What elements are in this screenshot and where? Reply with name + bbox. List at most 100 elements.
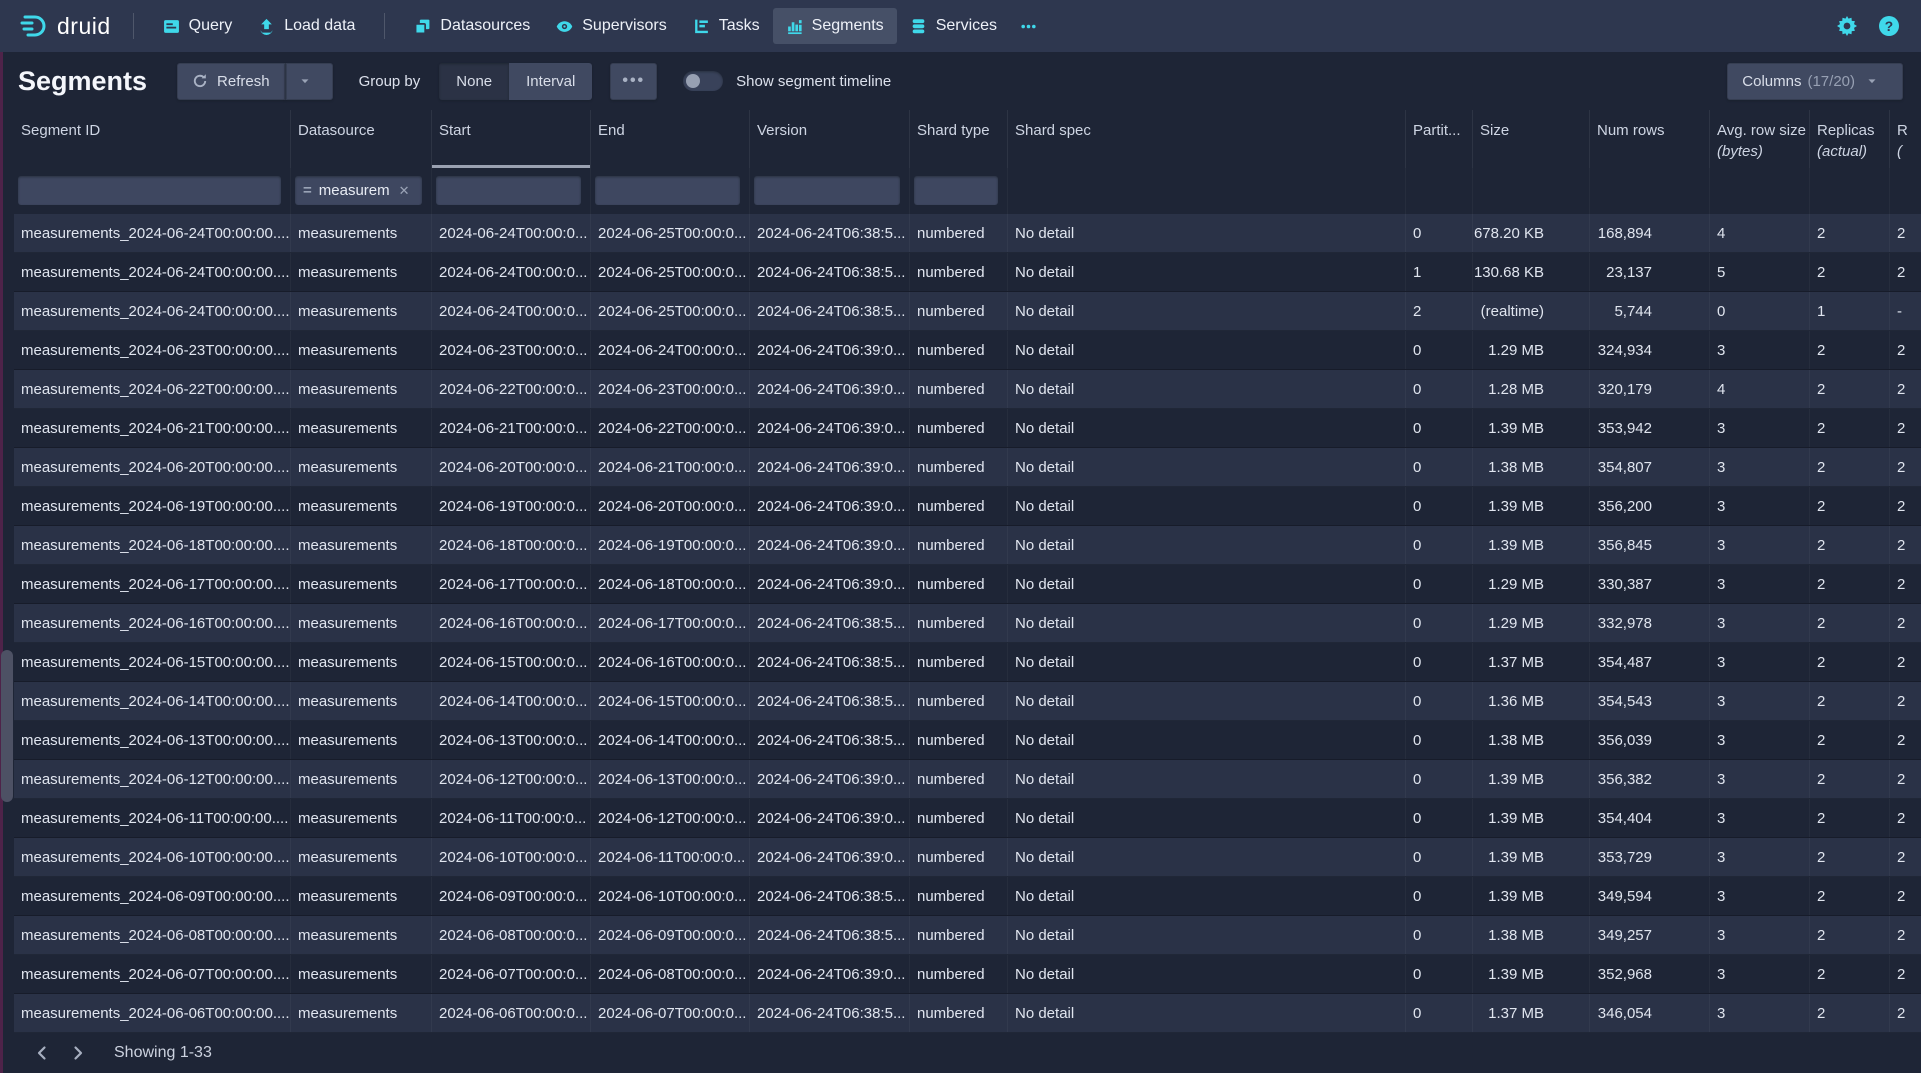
nav-more-button[interactable] [1010,9,1047,44]
cell-avg_row_size[interactable]: 4 [1710,370,1810,408]
cell-end[interactable]: 2024-06-07T00:00:0... [591,994,750,1032]
cell-start[interactable]: 2024-06-22T00:00:0... [432,370,591,408]
column-header-version[interactable]: Version [750,110,910,168]
cell-replication_factor[interactable]: 2 [1890,214,1918,252]
cell-shard_spec[interactable]: No detail [1008,838,1406,876]
cell-segment_id[interactable]: measurements_2024-06-10T00:00:00.... [14,838,291,876]
cell-replicas[interactable]: 2 [1810,253,1890,291]
cell-replication_factor[interactable]: 2 [1890,565,1918,603]
cell-datasource[interactable]: measurements [291,838,432,876]
cell-partition[interactable]: 0 [1406,643,1473,681]
filter-input-version[interactable] [754,176,900,205]
cell-start[interactable]: 2024-06-17T00:00:0... [432,565,591,603]
cell-start[interactable]: 2024-06-15T00:00:0... [432,643,591,681]
cell-partition[interactable]: 2 [1406,292,1473,330]
nav-item-datasources[interactable]: Datasources [401,8,543,44]
cell-num_rows[interactable]: 356,382 [1590,760,1710,798]
cell-datasource[interactable]: measurements [291,799,432,837]
cell-replicas[interactable]: 2 [1810,448,1890,486]
cell-start[interactable]: 2024-06-08T00:00:0... [432,916,591,954]
cell-shard_type[interactable]: numbered [910,331,1008,369]
cell-shard_type[interactable]: numbered [910,370,1008,408]
cell-replicas[interactable]: 2 [1810,409,1890,447]
cell-end[interactable]: 2024-06-25T00:00:0... [591,214,750,252]
cell-start[interactable]: 2024-06-09T00:00:0... [432,877,591,915]
cell-replication_factor[interactable]: 2 [1890,760,1918,798]
filter-input-segment_id[interactable] [18,176,281,205]
cell-partition[interactable]: 0 [1406,916,1473,954]
cell-size[interactable]: 1.38 MB [1473,721,1590,759]
cell-partition[interactable]: 0 [1406,214,1473,252]
cell-replication_factor[interactable]: 2 [1890,526,1918,564]
cell-replicas[interactable]: 2 [1810,331,1890,369]
cell-shard_spec[interactable]: No detail [1008,682,1406,720]
cell-end[interactable]: 2024-06-11T00:00:0... [591,838,750,876]
cell-avg_row_size[interactable]: 3 [1710,877,1810,915]
cell-partition[interactable]: 0 [1406,721,1473,759]
cell-num_rows[interactable]: 330,387 [1590,565,1710,603]
cell-shard_spec[interactable]: No detail [1008,877,1406,915]
column-header-replication_factor[interactable]: R( [1890,110,1918,168]
cell-shard_type[interactable]: numbered [910,448,1008,486]
cell-shard_type[interactable]: numbered [910,292,1008,330]
cell-shard_type[interactable]: numbered [910,916,1008,954]
cell-shard_spec[interactable]: No detail [1008,448,1406,486]
cell-num_rows[interactable]: 354,543 [1590,682,1710,720]
cell-segment_id[interactable]: measurements_2024-06-16T00:00:00.... [14,604,291,642]
cell-replication_factor[interactable]: 2 [1890,877,1918,915]
cell-shard_type[interactable]: numbered [910,799,1008,837]
cell-end[interactable]: 2024-06-20T00:00:0... [591,487,750,525]
cell-size[interactable]: 1.38 MB [1473,448,1590,486]
cell-version[interactable]: 2024-06-24T06:38:5... [750,253,910,291]
cell-partition[interactable]: 0 [1406,994,1473,1032]
cell-num_rows[interactable]: 320,179 [1590,370,1710,408]
cell-shard_spec[interactable]: No detail [1008,604,1406,642]
cell-start[interactable]: 2024-06-12T00:00:0... [432,760,591,798]
close-icon[interactable]: ✕ [399,183,410,199]
cell-start[interactable]: 2024-06-24T00:00:0... [432,292,591,330]
cell-partition[interactable]: 1 [1406,253,1473,291]
cell-version[interactable]: 2024-06-24T06:39:0... [750,799,910,837]
cell-version[interactable]: 2024-06-24T06:39:0... [750,760,910,798]
cell-replication_factor[interactable]: 2 [1890,604,1918,642]
cell-end[interactable]: 2024-06-09T00:00:0... [591,916,750,954]
cell-datasource[interactable]: measurements [291,409,432,447]
cell-datasource[interactable]: measurements [291,370,432,408]
cell-segment_id[interactable]: measurements_2024-06-17T00:00:00.... [14,565,291,603]
nav-item-supervisors[interactable]: Supervisors [543,8,679,44]
cell-segment_id[interactable]: measurements_2024-06-24T00:00:00.... [14,292,291,330]
vertical-scrollbar-thumb[interactable] [1,650,13,802]
cell-avg_row_size[interactable]: 3 [1710,565,1810,603]
cell-replication_factor[interactable]: 2 [1890,682,1918,720]
cell-num_rows[interactable]: 356,845 [1590,526,1710,564]
group-by-none-button[interactable]: None [439,63,509,100]
cell-replication_factor[interactable]: 2 [1890,448,1918,486]
cell-size[interactable]: 678.20 KB [1473,214,1590,252]
cell-segment_id[interactable]: measurements_2024-06-15T00:00:00.... [14,643,291,681]
cell-partition[interactable]: 0 [1406,487,1473,525]
cell-replicas[interactable]: 2 [1810,565,1890,603]
cell-datasource[interactable]: measurements [291,526,432,564]
cell-shard_spec[interactable]: No detail [1008,526,1406,564]
cell-replication_factor[interactable]: 2 [1890,409,1918,447]
cell-shard_spec[interactable]: No detail [1008,292,1406,330]
cell-partition[interactable]: 0 [1406,526,1473,564]
cell-avg_row_size[interactable]: 3 [1710,331,1810,369]
cell-datasource[interactable]: measurements [291,253,432,291]
column-header-start[interactable]: Start [432,110,591,168]
cell-version[interactable]: 2024-06-24T06:39:0... [750,331,910,369]
cell-partition[interactable]: 0 [1406,409,1473,447]
cell-start[interactable]: 2024-06-16T00:00:0... [432,604,591,642]
cell-size[interactable]: 1.37 MB [1473,643,1590,681]
cell-version[interactable]: 2024-06-24T06:38:5... [750,994,910,1032]
cell-replicas[interactable]: 2 [1810,955,1890,993]
cell-shard_type[interactable]: numbered [910,253,1008,291]
cell-partition[interactable]: 0 [1406,877,1473,915]
cell-num_rows[interactable]: 349,257 [1590,916,1710,954]
cell-partition[interactable]: 0 [1406,565,1473,603]
next-page-button[interactable] [60,1037,96,1069]
cell-shard_spec[interactable]: No detail [1008,916,1406,954]
cell-segment_id[interactable]: measurements_2024-06-14T00:00:00.... [14,682,291,720]
columns-button[interactable]: Columns (17/20) [1727,63,1903,100]
cell-segment_id[interactable]: measurements_2024-06-08T00:00:00.... [14,916,291,954]
